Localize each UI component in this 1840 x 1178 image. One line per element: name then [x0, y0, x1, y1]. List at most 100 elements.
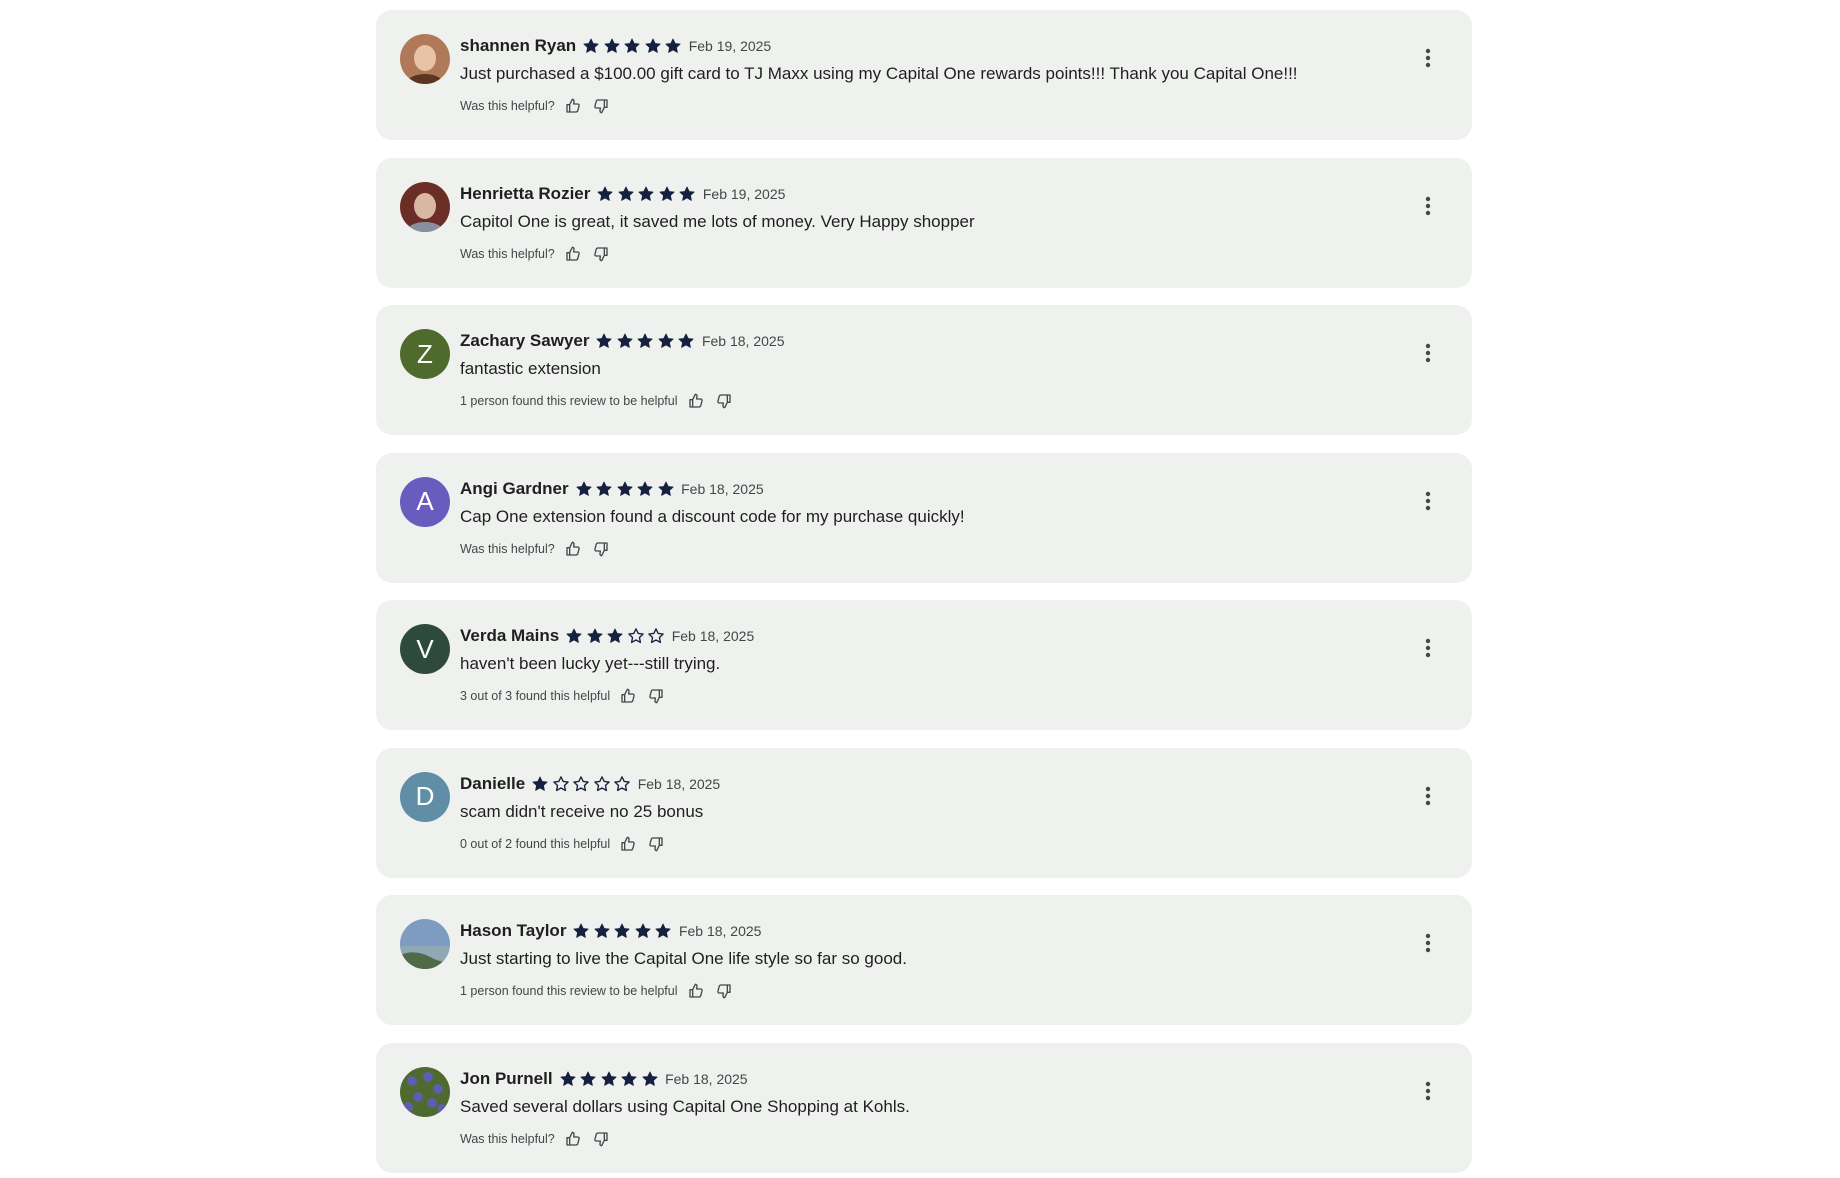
review-text: scam didn't receive no 25 bonus: [460, 801, 704, 821]
helpfulness-row: Was this helpful?: [460, 244, 611, 264]
avatar-letter: V: [416, 633, 434, 664]
thumb-down-icon[interactable]: [591, 1129, 611, 1149]
more-vert-icon: [1425, 48, 1431, 68]
star-outline-icon: [573, 775, 590, 791]
review-date: Feb 18, 2025: [681, 480, 764, 497]
star-rating: [575, 480, 678, 498]
reviewer-name: Zachary Sawyer: [460, 331, 590, 350]
review-card: Z Zachary Sawyer Feb 18, 2025 fantastic …: [376, 305, 1472, 435]
review-text: Cap One extension found a discount code …: [460, 506, 965, 526]
star-icon: [573, 923, 589, 938]
helpfulness-text: 1 person found this review to be helpful: [460, 394, 678, 408]
star-rating: [565, 627, 668, 645]
more-vert-icon: [1425, 786, 1431, 805]
avatar: [400, 1066, 450, 1117]
more-options-button[interactable]: [1416, 1079, 1440, 1103]
review-card: shannen Ryan Feb 19, 2025 Just purchased…: [376, 10, 1472, 140]
thumb-up-icon[interactable]: [686, 391, 706, 411]
thumb-up-icon[interactable]: [618, 834, 638, 854]
star-icon: [576, 481, 592, 496]
avatar: Z: [400, 329, 450, 379]
reviewer-name: Verda Mains: [460, 626, 560, 645]
review-date: Feb 18, 2025: [701, 333, 785, 349]
star-rating: [531, 775, 634, 793]
avatar: [400, 919, 450, 969]
avatar-letter: Z: [417, 338, 433, 369]
more-options-button[interactable]: [1416, 636, 1440, 660]
review-text: Just purchased a $100.00 gift card to TJ…: [460, 64, 1298, 83]
helpfulness-text: Was this helpful?: [460, 541, 555, 556]
helpfulness-text: Was this helpful?: [460, 1131, 555, 1146]
review-text: fantastic extension: [460, 359, 601, 378]
thumb-down-icon[interactable]: [646, 686, 666, 706]
helpfulness-row: Was this helpful?: [460, 1129, 611, 1149]
review-text: haven't been lucky yet---still trying.: [460, 654, 721, 673]
reviewer-name: Danielle: [460, 773, 526, 793]
more-options-button[interactable]: [1416, 489, 1440, 513]
star-icon: [678, 333, 694, 348]
review-header: Jon Purnell Feb 18, 2025: [460, 1067, 748, 1091]
star-icon: [614, 923, 630, 938]
woman-portrait-image: [400, 34, 450, 84]
thumb-down-icon[interactable]: [714, 391, 734, 411]
review-date: Feb 18, 2025: [637, 775, 721, 792]
thumb-up-icon[interactable]: [563, 539, 583, 559]
more-vert-icon: [1425, 1081, 1431, 1100]
thumb-down-icon[interactable]: [591, 539, 611, 559]
star-icon: [637, 333, 653, 348]
thumb-down-icon[interactable]: [591, 96, 611, 116]
star-icon: [645, 38, 661, 53]
star-outline-icon: [552, 775, 569, 791]
review-card: Jon Purnell Feb 18, 2025 Saved several d…: [376, 1042, 1472, 1173]
flowers-photo-image: [400, 1066, 450, 1117]
thumb-up-icon[interactable]: [686, 981, 706, 1001]
thumb-down-icon[interactable]: [646, 834, 666, 854]
thumb-up-icon[interactable]: [563, 1129, 583, 1149]
helpfulness-row: 1 person found this review to be helpful: [460, 391, 734, 411]
avatar: D: [400, 771, 450, 822]
review-date: Feb 18, 2025: [678, 923, 762, 939]
helpfulness-text: Was this helpful?: [460, 99, 555, 113]
star-icon: [566, 628, 582, 643]
helpfulness-text: 3 out of 3 found this helpful: [460, 689, 611, 703]
review-card: Hason Taylor Feb 18, 2025 Just starting …: [376, 895, 1472, 1025]
more-vert-icon: [1425, 933, 1431, 953]
star-icon: [607, 628, 623, 643]
star-icon: [665, 38, 681, 53]
helpfulness-row: Was this helpful?: [460, 539, 611, 559]
star-icon: [532, 776, 548, 791]
star-icon: [658, 333, 674, 348]
review-date: Feb 19, 2025: [702, 185, 786, 202]
review-text: Saved several dollars using Capital One …: [460, 1096, 910, 1116]
review-date: Feb 18, 2025: [665, 1070, 748, 1087]
review-text: Capitol One is great, it saved me lots o…: [460, 211, 975, 231]
helpfulness-text: 0 out of 2 found this helpful: [460, 836, 611, 851]
reviewer-name: shannen Ryan: [460, 36, 577, 55]
star-icon: [621, 1071, 637, 1086]
avatar: [400, 34, 450, 84]
star-outline-icon: [648, 628, 665, 644]
star-icon: [560, 1071, 576, 1086]
more-vert-icon: [1425, 343, 1431, 363]
star-outline-icon: [614, 775, 631, 791]
thumb-down-icon[interactable]: [714, 981, 734, 1001]
star-icon: [587, 628, 603, 643]
thumb-up-icon[interactable]: [563, 244, 583, 264]
star-rating: [572, 922, 675, 940]
thumb-down-icon[interactable]: [591, 244, 611, 264]
avatar-letter: D: [415, 781, 435, 811]
star-rating: [582, 37, 685, 55]
more-options-button[interactable]: [1416, 46, 1440, 70]
helpfulness-row: 0 out of 2 found this helpful: [460, 834, 666, 854]
star-icon: [597, 186, 613, 201]
thumb-up-icon[interactable]: [618, 686, 638, 706]
more-options-button[interactable]: [1416, 341, 1440, 365]
star-icon: [596, 481, 612, 496]
review-header: Verda Mains Feb 18, 2025: [460, 624, 754, 648]
more-options-button[interactable]: [1416, 931, 1440, 955]
thumb-up-icon[interactable]: [563, 96, 583, 116]
helpfulness-row: Was this helpful?: [460, 96, 611, 116]
more-options-button[interactable]: [1416, 194, 1440, 218]
more-options-button[interactable]: [1416, 784, 1440, 808]
star-icon: [580, 1071, 596, 1086]
